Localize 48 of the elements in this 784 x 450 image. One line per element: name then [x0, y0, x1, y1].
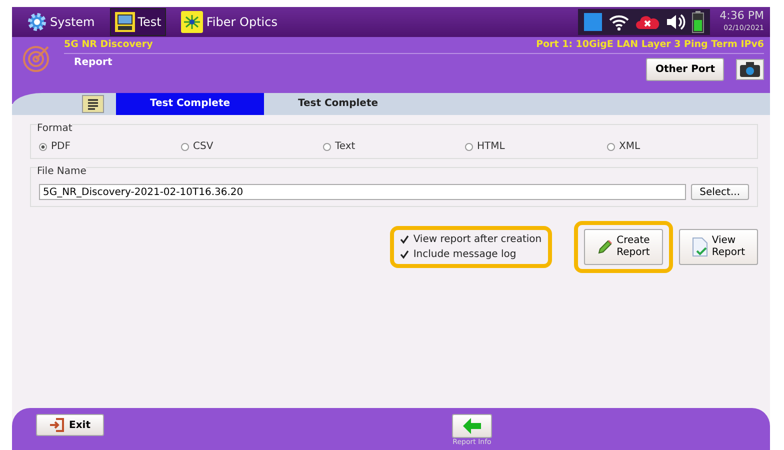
back-button[interactable]	[452, 414, 492, 438]
radio-button[interactable]	[181, 142, 189, 150]
checkbox[interactable]	[400, 235, 410, 244]
app-tab[interactable]: Fiber Optics	[176, 8, 282, 36]
gear-icon	[27, 12, 47, 32]
wifi-icon	[608, 13, 630, 31]
format-radio[interactable]: CSV	[181, 141, 323, 152]
exit-button[interactable]: Exit	[36, 414, 104, 436]
format-radio[interactable]: HTML	[465, 141, 607, 152]
pencil-icon	[596, 239, 613, 255]
group-label: File Name	[37, 166, 86, 177]
arrow-icon	[463, 418, 481, 434]
test-name: 5G NR Discovery	[64, 39, 153, 52]
radio-button[interactable]	[39, 142, 47, 150]
select-button[interactable]: Select...	[690, 184, 749, 200]
checkbox-option[interactable]: Include message log	[400, 249, 542, 260]
checkbox-option[interactable]: View report after creation	[400, 234, 542, 245]
battery-icon	[692, 11, 704, 33]
page-title: Report	[73, 57, 114, 68]
cloud-error-icon	[636, 14, 660, 30]
camera-icon	[740, 62, 760, 77]
speaker-icon	[666, 13, 686, 31]
port-info: Port 1: 10GigE LAN Layer 3 Ping Term IPv6	[536, 39, 764, 52]
file-name-field[interactable]: 5G_NR_Discovery-2021-02-10T16.36.20	[39, 184, 686, 200]
radio-button[interactable]	[323, 142, 331, 150]
format-radio[interactable]: PDF	[39, 141, 181, 152]
camera-button[interactable]	[736, 59, 764, 80]
group-label: Format	[37, 123, 72, 134]
starburst-icon	[181, 11, 204, 33]
status-label: Test Complete	[296, 97, 380, 111]
create-report-button[interactable]: Create Report	[584, 229, 663, 265]
monitor-icon	[114, 12, 135, 32]
other-port-button[interactable]: Other Port	[646, 58, 724, 81]
radio-button[interactable]	[607, 142, 615, 150]
exit-icon	[49, 417, 65, 433]
document-check-icon	[692, 237, 708, 257]
view-report-button[interactable]: View Report	[678, 229, 758, 265]
list-button[interactable]	[82, 95, 104, 113]
app-tab[interactable]: Test	[110, 8, 166, 36]
clock-time: 4:36 PM	[720, 10, 764, 22]
app-tab[interactable]: System	[22, 8, 100, 36]
radio-button[interactable]	[465, 142, 473, 150]
checkbox[interactable]	[400, 250, 410, 259]
format-radio[interactable]: XML	[607, 141, 749, 152]
format-radio[interactable]: Text	[323, 141, 465, 152]
target-icon	[22, 43, 52, 73]
list-icon	[87, 98, 99, 110]
status-label: Test Complete	[116, 93, 264, 115]
